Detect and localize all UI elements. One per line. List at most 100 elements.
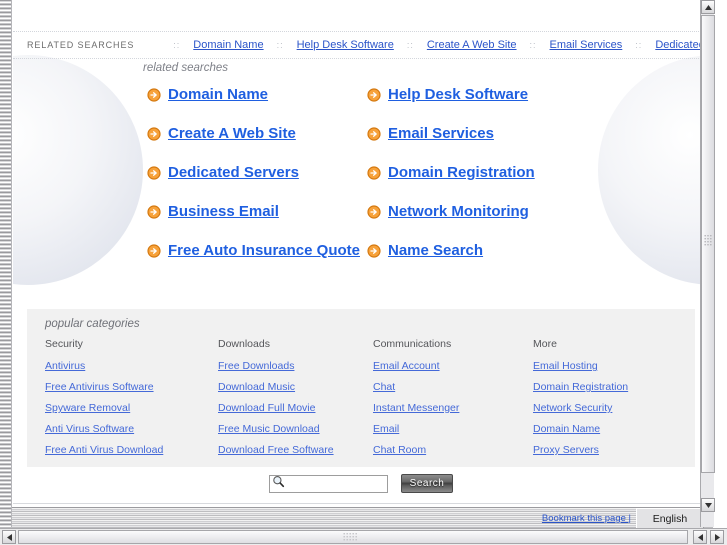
separator-dots: ::	[635, 40, 643, 50]
search-row: Search	[13, 474, 709, 493]
related-search-label: Free Auto Insurance Quote	[168, 242, 360, 259]
related-search-label: Create A Web Site	[168, 125, 296, 142]
scroll-left-icon[interactable]	[2, 530, 16, 544]
related-search-label: Name Search	[388, 242, 484, 259]
related-search-item-free-auto-insurance-quote[interactable]: Free Auto Insurance Quote	[147, 242, 367, 259]
related-search-item-help-desk-software[interactable]: Help Desk Software	[367, 86, 617, 103]
topbar-link-domain-name[interactable]: Domain Name	[193, 39, 263, 51]
related-search-item-domain-name[interactable]: Domain Name	[147, 86, 367, 103]
popular-categories-columns: Security Antivirus Free Antivirus Softwa…	[45, 338, 695, 465]
search-box[interactable]	[269, 474, 388, 493]
arrow-circle-icon	[367, 126, 381, 141]
grip-dots-icon	[704, 235, 712, 253]
category-link[interactable]: Email Account	[373, 360, 533, 372]
arrow-circle-icon	[367, 87, 381, 102]
topbar-link-email-services[interactable]: Email Services	[550, 39, 623, 51]
topbar-link-help-desk-software[interactable]: Help Desk Software	[297, 39, 394, 51]
category-link[interactable]: Antivirus	[45, 360, 218, 372]
related-search-item-name-search[interactable]: Name Search	[367, 242, 617, 259]
arrow-circle-icon	[147, 204, 161, 219]
category-link[interactable]: Anti Virus Software	[45, 423, 218, 435]
related-search-item-business-email[interactable]: Business Email	[147, 203, 367, 220]
category-link[interactable]: Chat	[373, 381, 533, 393]
category-link[interactable]: Network Security	[533, 402, 693, 414]
separator-dots: ::	[173, 40, 181, 50]
category-link[interactable]: Download Music	[218, 381, 373, 393]
category-link[interactable]: Chat Room	[373, 444, 533, 456]
grip-dots-icon	[343, 528, 363, 545]
page-right-margin	[714, 0, 727, 527]
category-heading: Security	[45, 338, 83, 350]
separator-dots: ::	[529, 40, 537, 50]
related-searches-section: related searches Domain Name Help Desk S…	[13, 62, 709, 259]
arrow-circle-icon	[147, 243, 161, 258]
language-selector[interactable]: English	[636, 508, 704, 529]
arrow-circle-icon	[147, 165, 161, 180]
related-search-label: Domain Registration	[388, 164, 535, 181]
arrow-circle-icon	[147, 87, 161, 102]
category-heading: More	[533, 338, 557, 350]
horizontal-scrollbar-thumb[interactable]	[18, 530, 688, 544]
related-searches-title: related searches	[143, 62, 229, 74]
category-link[interactable]: Free Anti Virus Download	[45, 444, 218, 456]
related-search-item-network-monitoring[interactable]: Network Monitoring	[367, 203, 617, 220]
arrow-circle-icon	[367, 243, 381, 258]
topbar-link-create-a-web-site[interactable]: Create A Web Site	[427, 39, 517, 51]
category-link[interactable]: Proxy Servers	[533, 444, 693, 456]
arrow-circle-icon	[367, 204, 381, 219]
browser-window: RELATED SEARCHES :: Domain Name :: Help …	[0, 0, 727, 545]
related-search-label: Domain Name	[168, 86, 269, 103]
popular-category-column-more: More Email Hosting Domain Registration N…	[533, 338, 693, 465]
related-search-item-email-services[interactable]: Email Services	[367, 125, 617, 142]
related-search-label: Help Desk Software	[388, 86, 529, 103]
related-searches-bar: RELATED SEARCHES :: Domain Name :: Help …	[13, 31, 709, 59]
page-bottom-divider	[13, 503, 709, 504]
related-search-label: Dedicated Servers	[168, 164, 299, 181]
popular-categories-title: popular categories	[45, 318, 140, 330]
category-link[interactable]: Domain Registration	[533, 381, 693, 393]
related-searches-bar-inner: RELATED SEARCHES :: Domain Name :: Help …	[13, 32, 709, 58]
related-search-label: Network Monitoring	[388, 203, 529, 220]
related-search-label: Business Email	[168, 203, 279, 220]
scroll-up-icon[interactable]	[701, 0, 715, 14]
scroll-right-icon[interactable]	[710, 530, 724, 544]
search-input[interactable]	[285, 476, 381, 491]
related-search-item-domain-registration[interactable]: Domain Registration	[367, 164, 617, 181]
bookmark-this-page-link[interactable]: Bookmark this page |	[542, 513, 631, 524]
search-button[interactable]: Search	[401, 474, 453, 493]
category-link[interactable]: Spyware Removal	[45, 402, 218, 414]
category-link[interactable]: Download Full Movie	[218, 402, 373, 414]
category-link[interactable]: Instant Messenger	[373, 402, 533, 414]
related-searches-grid: Domain Name Help Desk Software Create A …	[147, 86, 709, 259]
related-searches-bar-label: RELATED SEARCHES	[27, 40, 135, 50]
category-link[interactable]: Free Antivirus Software	[45, 381, 218, 393]
status-bar: Bookmark this page | English	[0, 507, 713, 529]
separator-dots: ::	[406, 40, 414, 50]
category-link[interactable]: Free Music Download	[218, 423, 373, 435]
arrow-circle-icon	[367, 165, 381, 180]
window-left-gutter	[0, 0, 12, 527]
related-search-item-create-a-web-site[interactable]: Create A Web Site	[147, 125, 367, 142]
category-link[interactable]: Download Free Software	[218, 444, 373, 456]
popular-category-column-security: Security Antivirus Free Antivirus Softwa…	[45, 338, 218, 465]
related-search-item-dedicated-servers[interactable]: Dedicated Servers	[147, 164, 367, 181]
category-link[interactable]: Email Hosting	[533, 360, 693, 372]
page-viewport: RELATED SEARCHES :: Domain Name :: Help …	[13, 0, 709, 527]
scroll-left-step-icon[interactable]	[693, 530, 707, 544]
popular-category-column-downloads: Downloads Free Downloads Download Music …	[218, 338, 373, 465]
category-link[interactable]: Email	[373, 423, 533, 435]
horizontal-scrollbar[interactable]	[0, 528, 727, 545]
category-link[interactable]: Free Downloads	[218, 360, 373, 372]
search-icon	[272, 475, 285, 493]
popular-categories-panel: popular categories Security Antivirus Fr…	[27, 309, 695, 467]
scroll-down-icon[interactable]	[701, 498, 715, 512]
category-link[interactable]: Domain Name	[533, 423, 693, 435]
category-heading: Communications	[373, 338, 452, 350]
vertical-scrollbar[interactable]	[700, 0, 715, 527]
arrow-circle-icon	[147, 126, 161, 141]
separator-dots: ::	[276, 40, 284, 50]
category-heading: Downloads	[218, 338, 270, 350]
vertical-scrollbar-thumb[interactable]	[701, 15, 715, 473]
popular-category-column-communications: Communications Email Account Chat Instan…	[373, 338, 533, 465]
related-search-label: Email Services	[388, 125, 494, 142]
